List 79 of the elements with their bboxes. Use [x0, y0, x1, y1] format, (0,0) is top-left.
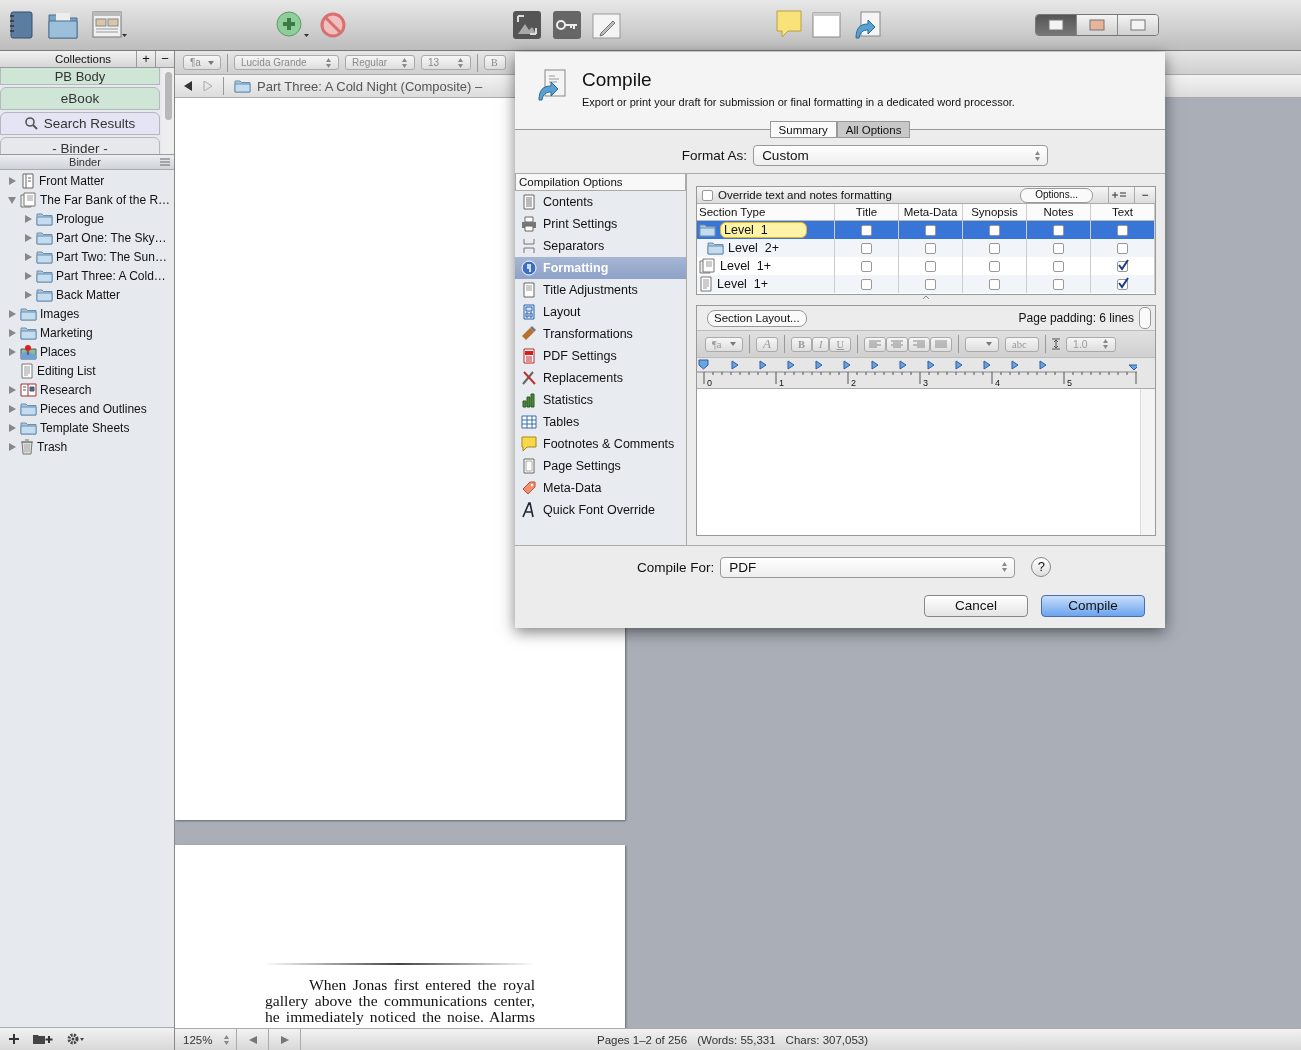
list-header: Compilation Options — [515, 174, 686, 191]
option-item[interactable]: Page Settings — [515, 455, 686, 477]
binder-item[interactable]: Back Matter — [56, 287, 121, 302]
dialog-title: Compile — [582, 69, 653, 91]
section-type-cell[interactable]: Level 2+ — [697, 239, 835, 257]
option-item[interactable]: Statistics — [515, 389, 686, 411]
cancel-button[interactable]: Cancel — [924, 595, 1028, 617]
option-item[interactable]: Print Settings — [515, 213, 686, 235]
page-count: Pages 1–2 of 256 — [597, 1033, 688, 1046]
tab[interactable]: All Options — [836, 121, 911, 138]
section-name: Level 1+ — [717, 277, 769, 291]
option-item[interactable]: Layout — [515, 301, 686, 323]
ruler-number: 3 — [923, 378, 928, 388]
collection-tab[interactable]: eBook — [0, 87, 160, 110]
char-count: Chars: 307,053) — [785, 1033, 869, 1046]
section-type-cell[interactable]: Level 1 — [697, 221, 835, 239]
binder-item[interactable]: Editing List — [37, 363, 96, 378]
section-name-field[interactable]: Level 1 — [720, 222, 807, 238]
remove-button[interactable]: − — [1134, 187, 1155, 203]
binder-item[interactable]: Part Two: The Sun… — [56, 249, 167, 264]
collection-tab[interactable]: PB Body — [0, 68, 160, 85]
section-name: Level 2+ — [728, 241, 780, 255]
option-item[interactable]: Replacements — [515, 367, 686, 389]
zoom-level[interactable]: 125% — [183, 1033, 213, 1046]
option-item[interactable]: Transformations — [515, 323, 686, 345]
binder-item[interactable]: Prologue — [56, 211, 105, 226]
word-count: (Words: 55,331 — [697, 1033, 776, 1046]
ruler-number: 2 — [851, 378, 856, 388]
option-item[interactable]: Footnotes & Comments — [515, 433, 686, 455]
tab[interactable]: Summary — [769, 121, 837, 138]
add-collection-button[interactable]: + — [136, 51, 155, 67]
binder-item[interactable]: Pieces and Outlines — [40, 401, 147, 416]
binder-item[interactable]: Part One: The Sky… — [56, 230, 167, 245]
column-header[interactable]: Synopsis — [963, 204, 1027, 221]
collection-tab[interactable]: - Binder - — [0, 137, 160, 154]
remove-collection-button[interactable]: − — [155, 51, 174, 67]
section-name: Level 1+ — [720, 259, 772, 273]
help-button[interactable]: ? — [1031, 557, 1052, 577]
option-item[interactable]: Title Adjustments — [515, 279, 686, 301]
page-padding-label: Page padding: 6 lines — [1018, 311, 1134, 325]
collection-tab[interactable]: Search Results — [0, 112, 160, 135]
document-title: Part Three: A Cold Night (Composite) – — [257, 78, 483, 94]
binder-item[interactable]: Marketing — [40, 325, 93, 340]
option-item[interactable]: Contents — [515, 191, 686, 213]
dialog-description: Export or print your draft for submission or final formatting in a dedicated word processor. — [582, 96, 1015, 108]
compile-for-dropdown[interactable]: PDF — [720, 556, 1016, 578]
option-item[interactable]: Meta-Data — [515, 477, 686, 499]
column-header[interactable]: Meta-Data — [899, 204, 963, 221]
checkbox-label: Override text and notes formatting — [718, 189, 892, 201]
binder-item[interactable]: Front Matter — [39, 173, 105, 188]
binder-item[interactable]: Places — [40, 344, 77, 359]
section-type-cell[interactable]: Level 1+ — [697, 275, 835, 293]
collections-title: Collections — [53, 52, 113, 67]
section-layout-button[interactable]: Section Layout... — [707, 309, 807, 327]
document-text: When Jonas first entered the royal gallery above the communications center, he immediately noticed the noise. Alarms — [265, 977, 535, 1025]
binder-item[interactable]: Images — [40, 306, 80, 321]
column-header[interactable]: Section Type — [697, 204, 835, 221]
option-item[interactable]: Separators — [515, 235, 686, 257]
option-item[interactable]: Quick Font Override — [515, 499, 686, 521]
compile-for-label: Compile For: — [637, 559, 715, 575]
column-header[interactable]: Title — [835, 204, 899, 221]
options-button[interactable]: Options... — [1020, 187, 1093, 203]
ruler-number: 1 — [779, 378, 784, 388]
format-as-dropdown[interactable]: Custom — [753, 145, 1049, 166]
column-header[interactable]: Text — [1091, 204, 1155, 221]
binder-item[interactable]: Template Sheets — [40, 420, 130, 435]
column-header[interactable]: Notes — [1027, 204, 1091, 221]
binder-item[interactable]: The Far Bank of the R… — [40, 192, 171, 207]
binder-item[interactable]: Trash — [37, 439, 68, 454]
ruler-number: 5 — [1067, 378, 1072, 388]
format-as-label: Format As: — [681, 148, 748, 163]
compile-button[interactable]: Compile — [1041, 595, 1145, 617]
option-item[interactable]: PDF Settings — [515, 345, 686, 367]
option-item[interactable]: Tables — [515, 411, 686, 433]
ruler-number: 4 — [995, 378, 1000, 388]
binder-item[interactable]: Part Three: A Cold… — [56, 268, 166, 283]
binder-item[interactable]: Research — [40, 382, 92, 397]
binder-title: Binder — [68, 156, 102, 168]
ruler-number: 0 — [707, 378, 712, 388]
